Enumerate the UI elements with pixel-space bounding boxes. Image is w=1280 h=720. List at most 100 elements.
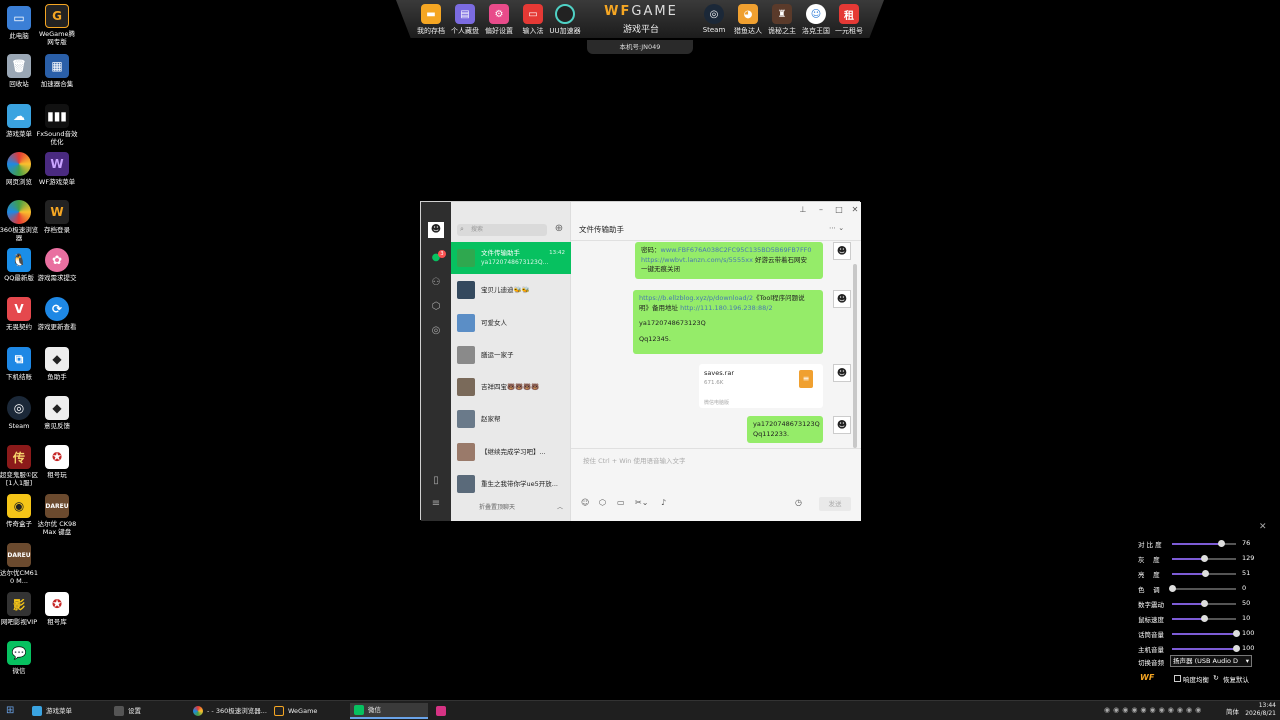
desktop-icon-legend-box[interactable]: ◉ 传奇盒子 — [0, 494, 38, 528]
conversation-item[interactable]: 赵家帮 — [451, 403, 571, 435]
more-options-icon[interactable]: ⋯ ⌄ — [829, 224, 844, 232]
task-360-browser[interactable]: - - 360极速浏览器... — [189, 703, 267, 719]
topbar-input-method[interactable]: ▭ 输入法 — [516, 4, 550, 36]
message-bubble[interactable]: https://b.ellzblog.xyz/p/download/2《Tool… — [633, 290, 823, 354]
topbar-lord-mysteries[interactable]: ♜ 诡秘之主 — [765, 4, 799, 36]
desktop-icon-browser[interactable]: 网页浏览 — [0, 152, 38, 186]
desktop-icon-checkout[interactable]: ⧉ 下机结账 — [0, 347, 38, 381]
desktop-icon-wechat[interactable]: 💬 微信 — [0, 641, 38, 675]
desktop-icon-fish-helper[interactable]: ◆ 鱼助手 — [38, 347, 76, 381]
slider-knob[interactable] — [1233, 645, 1240, 652]
task-wegame[interactable]: WeGame — [270, 703, 348, 719]
add-icon[interactable]: ⊕ — [553, 223, 565, 235]
slider-track[interactable] — [1172, 600, 1236, 607]
start-button[interactable]: ⊞ — [6, 705, 14, 716]
adjust-row[interactable]: 对 比 度 76 — [1138, 537, 1258, 549]
phone-icon[interactable]: ▯ — [430, 475, 442, 487]
conversation-item[interactable]: 吉祥四宝🐻🐻🐻🐻 — [451, 371, 571, 403]
adjust-row[interactable]: 主机音量 100 — [1138, 642, 1258, 654]
desktop-icon-this-pc[interactable]: ▭ 此电脑 — [0, 6, 38, 40]
audio-device-select[interactable]: 扬声器 (USB Audio D ▾ — [1170, 655, 1252, 667]
link[interactable]: https://wwbvt.lanzn.com/s/5555xx — [641, 256, 753, 264]
desktop-icon-qq[interactable]: 🐧 QQ最新版 — [0, 248, 38, 282]
folded-chats[interactable]: 折叠置顶聊天 ︿ — [451, 500, 571, 516]
desktop-icon-recycle-bin[interactable]: 🗑 回收站 — [0, 54, 38, 88]
desktop-icon-video-vip[interactable]: 影 网吧影视VIP — [0, 592, 38, 626]
slider-track[interactable] — [1172, 630, 1240, 637]
conversation-item[interactable]: 可爱女人 — [451, 307, 571, 339]
slider-knob[interactable] — [1201, 615, 1208, 622]
conversation-item[interactable]: 【继续完成学习吧】... — [451, 436, 571, 468]
screenshot-icon[interactable]: ✂⌄ — [635, 498, 648, 507]
slider-knob[interactable] — [1233, 630, 1240, 637]
desktop-icon-valorant[interactable]: V 无畏契约 — [0, 297, 38, 331]
desktop-icon-feedback[interactable]: ◆ 意见反馈 — [38, 396, 76, 430]
desktop-icon-wegame[interactable]: G WeGame腾网专版 — [38, 4, 76, 46]
link[interactable]: www.FBF676A038C2FC95C135BD5B69FB7FF0 — [661, 246, 812, 254]
close-icon[interactable]: ✕ — [1259, 522, 1267, 532]
desktop-icon-dareu-mouse[interactable]: DAREU 达尔优CM610 M... — [0, 543, 38, 585]
adjust-row[interactable]: 色 调 0 — [1138, 582, 1258, 594]
voice-icon[interactable]: ♪ — [661, 498, 666, 507]
desktop-icon-fxsound[interactable]: ▮▮▮ FxSound音效优化 — [36, 104, 78, 146]
adjust-row[interactable]: 亮 度 51 — [1138, 567, 1258, 579]
slider-knob[interactable] — [1201, 600, 1208, 607]
desktop-icon-rent-account[interactable]: ✪ 租号玩 — [38, 445, 76, 479]
search-input[interactable]: 搜索 — [457, 224, 547, 236]
message-bubble[interactable]: ya1720748673123Q Qq112233. — [747, 416, 823, 443]
link[interactable]: https://b.ellzblog.xyz/p/download/2 — [639, 294, 753, 302]
topbar-my-saves[interactable]: ▬ 我的存档 — [414, 4, 448, 36]
slider-track[interactable] — [1172, 615, 1236, 622]
desktop-icon-account-library[interactable]: ✪ 租号库 — [38, 592, 76, 626]
close-button[interactable]: ✕ — [849, 205, 861, 214]
send-button[interactable]: 发送 — [819, 497, 851, 511]
loudness-checkbox[interactable] — [1174, 675, 1181, 682]
compass-icon[interactable]: ◎ — [430, 325, 442, 337]
desktop-icon-legend-server[interactable]: 传 超变鬼服①区[1人1服] — [0, 445, 38, 487]
file-message[interactable]: saves.rar 671.6K ≡ 微信电脑版 — [699, 364, 823, 408]
message-bubble[interactable]: 密码：www.FBF676A038C2FC95C135BD5B69FB7FF0 … — [635, 242, 823, 279]
menu-icon[interactable]: ≡ — [430, 498, 442, 510]
desktop-icon-save-login[interactable]: W 存档登录 — [38, 200, 76, 234]
topbar-uu-accelerator[interactable]: UU加速器 — [548, 4, 582, 36]
system-tray-icons[interactable]: ◉◉◉◉◉◉◉◉◉◉◉ — [1104, 706, 1214, 716]
topbar-preferences[interactable]: ⚙ 偏好设置 — [482, 4, 516, 36]
slider-track[interactable] — [1172, 645, 1240, 652]
conversation-item[interactable]: 重生之我带你学ue5开放... — [451, 468, 571, 500]
desktop-icon-game-update[interactable]: ⟳ 游戏更新查看 — [38, 297, 77, 331]
adjust-row[interactable]: 数字震动 50 — [1138, 597, 1258, 609]
topbar-roco-kingdom[interactable]: ☺ 洛克王国 — [799, 4, 833, 36]
ime-language[interactable]: 简体 — [1226, 706, 1239, 716]
user-avatar[interactable]: ☻ — [428, 222, 444, 238]
slider-track[interactable] — [1172, 540, 1236, 547]
chat-scrollbar[interactable] — [853, 264, 857, 448]
task-game-menu[interactable]: 游戏菜单 — [28, 703, 106, 719]
adjust-row[interactable]: 灰 度 129 — [1138, 552, 1258, 564]
desktop-icon-360-browser[interactable]: 360极速浏览器 — [0, 200, 38, 242]
task-settings[interactable]: 设置 — [110, 703, 188, 719]
maximize-button[interactable]: □ — [833, 205, 845, 214]
slider-track[interactable] — [1172, 555, 1236, 562]
slider-knob[interactable] — [1201, 570, 1209, 577]
call-icon[interactable]: ◷ — [795, 498, 802, 507]
desktop-icon-accelerator[interactable]: ▦ 加速器合集 — [38, 54, 76, 88]
message-input[interactable]: 按住 Ctrl + Win 使用语音输入文字 — [583, 455, 686, 465]
reset-default-button[interactable]: 恢复默认 — [1223, 674, 1249, 684]
adjust-row[interactable]: 话筒音量 100 — [1138, 627, 1258, 639]
topbar-personal-disk[interactable]: ▤ 个人藏盘 — [448, 4, 482, 36]
conversation-item[interactable]: 膳运一家子 — [451, 339, 571, 371]
folder-icon[interactable]: ▭ — [617, 498, 625, 507]
desktop-icon-game-request[interactable]: ✿ 游戏需求提交 — [38, 248, 77, 282]
slider-knob[interactable] — [1217, 540, 1225, 547]
topbar-one-yuan-rent[interactable]: 租 一元租号 — [832, 4, 866, 36]
topbar-fishing-master[interactable]: ◕ 猎鱼达人 — [731, 4, 765, 36]
slider-knob[interactable] — [1201, 555, 1208, 562]
pin-icon[interactable]: ⊥ — [797, 205, 809, 214]
task-extra-app[interactable] — [432, 703, 446, 719]
slider-track[interactable] — [1172, 570, 1236, 577]
slider-track[interactable] — [1169, 585, 1236, 592]
favorites-icon[interactable]: ⬡ — [599, 498, 606, 507]
emoji-icon[interactable]: ☺ — [581, 498, 589, 507]
clock[interactable]: 13:44 2026/8/21 — [1240, 702, 1276, 718]
desktop-icon-wf-menu[interactable]: W WF游戏菜单 — [38, 152, 76, 186]
